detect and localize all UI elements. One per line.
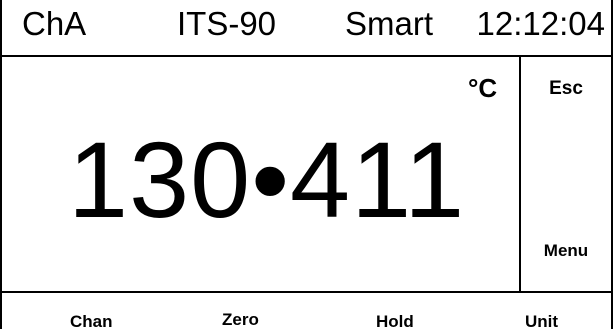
zero-softkey[interactable]: Zero	[222, 309, 259, 331]
clock: 12:12:04	[476, 5, 605, 42]
side-button-panel: Esc Menu	[519, 57, 611, 291]
chan-softkey[interactable]: Chan	[70, 311, 113, 333]
hold-softkey[interactable]: Hold	[376, 311, 414, 333]
unit-label: °C	[468, 73, 498, 103]
channel-indicator: ChA	[22, 5, 87, 42]
unit-softkey[interactable]: Unit	[525, 311, 558, 333]
esc-button[interactable]: Esc	[521, 77, 611, 101]
softkey-bar: Chan Zero Hold Unit	[2, 291, 611, 331]
temperature-scale-indicator: ITS-90	[177, 5, 277, 42]
menu-button[interactable]: Menu	[521, 240, 611, 262]
status-bar: ChA ITS-90 Smart 12:12:04	[2, 0, 611, 57]
thermometer-screen: ChA ITS-90 Smart 12:12:04 °C 130•411 Esc…	[0, 0, 613, 331]
temperature-reading: 130•411	[68, 119, 466, 240]
mode-indicator: Smart	[345, 5, 434, 42]
